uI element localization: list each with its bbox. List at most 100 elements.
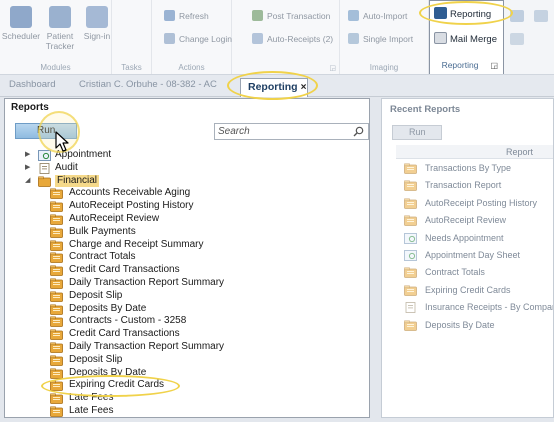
tree-item-label: Credit Card Transactions bbox=[69, 264, 180, 276]
appointment-icon bbox=[404, 232, 417, 244]
tree-item-label: Audit bbox=[55, 161, 78, 173]
audit-icon bbox=[404, 302, 417, 314]
report-icon bbox=[50, 368, 63, 379]
tree-item[interactable]: Late Fees bbox=[5, 392, 369, 405]
panel-title: Reports bbox=[11, 102, 49, 113]
tree-item[interactable]: Daily Transaction Report Summary bbox=[5, 341, 369, 354]
tab-dashboard[interactable]: Dashboard bbox=[9, 79, 55, 90]
recent-report-label: AutoReceipt Posting History bbox=[425, 197, 538, 208]
post-transaction-button[interactable]: Post Transaction bbox=[252, 9, 330, 23]
report-icon bbox=[50, 329, 63, 341]
recent-report-label: Transactions By Type bbox=[425, 163, 512, 173]
settings-icon[interactable] bbox=[534, 10, 548, 22]
recent-report-label: Contract Totals bbox=[425, 267, 485, 278]
main-area: Reports Run ▶Appointment▶Audit◢Financial… bbox=[0, 97, 554, 422]
report-icon bbox=[50, 278, 63, 289]
tree-folder-financial[interactable]: ◢ Financial bbox=[5, 174, 369, 188]
tree-item[interactable]: Contract Totals bbox=[5, 251, 369, 264]
tree-item[interactable]: Contracts - Custom - 3258 bbox=[5, 315, 369, 328]
tab-patient[interactable]: Cristian C. Orbuhe - 08-382 - AC bbox=[79, 79, 217, 90]
tree-item-label: Late Fees bbox=[69, 405, 114, 416]
report-icon bbox=[404, 267, 417, 279]
recent-report-label: Appointment Day Sheet bbox=[425, 250, 521, 260]
recent-reports-title: Recent Reports bbox=[390, 104, 461, 115]
login-icon bbox=[164, 33, 175, 44]
recent-report-label: Deposits By Date bbox=[425, 319, 495, 330]
tree-item[interactable]: Expiring Credit Cards bbox=[5, 379, 369, 392]
tab-reporting[interactable]: Reporting × bbox=[240, 78, 308, 97]
ribbon-group-transactions: Post Transaction Auto-Receipts (2) ◲ bbox=[232, 0, 340, 74]
report-icon bbox=[50, 304, 63, 315]
report-icon bbox=[50, 240, 63, 251]
dialog-launcher-icon[interactable]: ◲ bbox=[329, 64, 336, 72]
reporting-button[interactable]: Reporting bbox=[434, 5, 491, 25]
ribbon-group-modules: Scheduler Patient Tracker Sign-in Module… bbox=[0, 0, 112, 74]
scheduler-button[interactable]: Scheduler bbox=[1, 6, 41, 41]
reporting-dialog-launcher-icon[interactable]: ◲ bbox=[490, 61, 498, 70]
report-icon bbox=[50, 188, 63, 200]
tree-item[interactable]: Late Fees bbox=[5, 405, 369, 417]
tree-item-label: Deposits By Date bbox=[69, 366, 147, 378]
mouse-cursor-icon bbox=[55, 131, 69, 152]
auto-import-icon bbox=[348, 10, 359, 21]
sign-in-button[interactable]: Sign-in bbox=[77, 6, 117, 41]
patient-tracker-button[interactable]: Patient Tracker bbox=[40, 6, 80, 51]
search-box bbox=[214, 123, 369, 140]
tree-item-label: Contracts - Custom - 3258 bbox=[69, 315, 187, 327]
tree-item[interactable]: Charge and Receipt Summary bbox=[5, 238, 369, 252]
tree-item-label: AutoReceipt Review bbox=[69, 213, 160, 224]
patient-icon bbox=[49, 6, 71, 28]
collapse-icon[interactable]: ◢ bbox=[25, 175, 33, 188]
tree-item[interactable]: Credit Card Transactions bbox=[5, 264, 369, 277]
tree-item[interactable]: Bulk Payments bbox=[5, 226, 369, 239]
report-icon bbox=[50, 355, 63, 366]
tree-item-label: Deposits By Date bbox=[69, 302, 147, 314]
tree-item-label: Accounts Receivable Aging bbox=[69, 187, 191, 199]
mail-merge-icon bbox=[434, 32, 447, 44]
tree-item[interactable]: AutoReceipt Review bbox=[5, 213, 369, 226]
tree-item[interactable]: Credit Card Transactions bbox=[5, 328, 369, 341]
tree-item-label: Deposit Slip bbox=[69, 353, 123, 365]
recent-report-label: Transaction Report bbox=[425, 180, 502, 191]
appointment-icon bbox=[404, 250, 417, 261]
expand-icon[interactable]: ▶ bbox=[25, 162, 33, 175]
close-icon[interactable]: × bbox=[301, 82, 307, 93]
tree-item-label: Financial bbox=[55, 174, 100, 188]
refresh-icon bbox=[164, 10, 175, 21]
report-icon bbox=[50, 342, 63, 353]
notes-icon[interactable] bbox=[510, 10, 524, 22]
ribbon-group-actions: Refresh Change Login Actions bbox=[152, 0, 232, 74]
tree-item-label: Daily Transaction Report Summary bbox=[69, 277, 225, 288]
tree-item[interactable]: Deposit Slip bbox=[5, 290, 369, 303]
tree-item-label: Charge and Receipt Summary bbox=[69, 238, 204, 250]
tree-item[interactable]: Deposit Slip bbox=[5, 353, 369, 367]
report-icon bbox=[50, 227, 63, 238]
tree-item[interactable]: Deposits By Date bbox=[5, 302, 369, 316]
tree-item[interactable]: Accounts Receivable Aging bbox=[5, 187, 369, 200]
single-import-button[interactable]: Single Import bbox=[348, 32, 413, 46]
tree-item[interactable]: Daily Transaction Report Summary bbox=[5, 277, 369, 290]
tree-item[interactable]: Deposits By Date bbox=[5, 366, 369, 380]
refresh-button[interactable]: Refresh bbox=[164, 9, 209, 23]
help-icon[interactable] bbox=[510, 33, 524, 45]
ribbon-group-label-imaging: Imaging bbox=[369, 63, 399, 72]
appointment-icon bbox=[38, 150, 51, 161]
search-icon[interactable] bbox=[353, 126, 364, 137]
report-icon bbox=[50, 252, 63, 264]
change-login-button[interactable]: Change Login bbox=[164, 32, 232, 46]
ribbon-group-label-modules: Modules bbox=[40, 63, 71, 72]
ribbon-group-label-actions: Actions bbox=[178, 63, 205, 72]
mail-merge-button[interactable]: Mail Merge bbox=[434, 30, 497, 50]
tree-item[interactable]: AutoReceipt Posting History bbox=[5, 200, 369, 213]
expand-icon[interactable]: ▶ bbox=[25, 149, 33, 162]
report-icon bbox=[404, 285, 417, 296]
tree-folder-audit[interactable]: ▶ Audit bbox=[5, 161, 369, 175]
search-input[interactable] bbox=[215, 124, 345, 139]
column-header-report[interactable]: Report bbox=[396, 145, 553, 159]
recent-run-button[interactable]: Run bbox=[392, 125, 442, 140]
tree-item-label: Late Fees bbox=[69, 392, 114, 404]
auto-import-button[interactable]: Auto-Import bbox=[348, 9, 407, 23]
auto-receipts-button[interactable]: Auto-Receipts (2) bbox=[252, 32, 333, 46]
recent-report-label: Needs Appointment bbox=[425, 232, 504, 243]
recent-reports-panel: Recent Reports Run Report Transactions B… bbox=[381, 98, 554, 418]
